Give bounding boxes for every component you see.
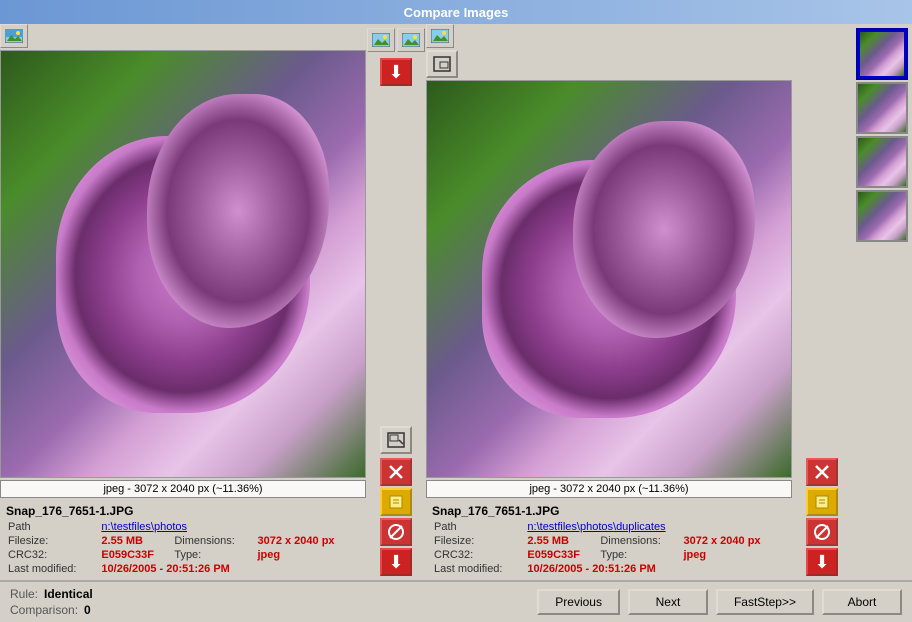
move-down-red-btn[interactable]: ⬇ <box>380 58 412 86</box>
abort-button[interactable]: Abort <box>822 589 902 615</box>
right-action-controls: ⬇ <box>792 24 852 580</box>
thumbnail-3[interactable] <box>856 136 908 188</box>
left-file-info: Snap_176_7651-1.JPG Path n:\testfiles\ph… <box>0 500 366 580</box>
left-zoom-btn[interactable] <box>380 426 412 454</box>
left-filename: Snap_176_7651-1.JPG <box>6 504 360 518</box>
rule-label: Rule: <box>10 587 38 601</box>
right-image <box>426 80 792 478</box>
bottom-buttons: Previous Next FastStep>> Abort <box>537 589 902 615</box>
left-modified-value: 10/26/2005 - 20:51:26 PM <box>101 563 229 575</box>
right-panel: jpeg - 3072 x 2040 px (~11.36%) Snap_176… <box>426 24 792 580</box>
thumbnail-2[interactable] <box>856 82 908 134</box>
left-path-value[interactable]: n:\testfiles\photos <box>101 521 187 533</box>
right-top-icons <box>426 24 792 48</box>
left-type-label: Type: <box>172 548 255 562</box>
right-modified-value: 10/26/2005 - 20:51:26 PM <box>527 563 655 575</box>
delete-left-btn[interactable] <box>380 458 412 486</box>
left-type-value: jpeg <box>257 549 280 561</box>
rule-info: Rule: Identical Comparison: 0 <box>10 587 529 617</box>
left-crc-label: CRC32: <box>6 548 99 562</box>
middle-controls: ⬇ <box>366 24 426 580</box>
left-dimensions-value: 3072 x 2040 px <box>257 535 334 547</box>
left-image <box>0 50 366 478</box>
comparison-value: 0 <box>84 603 91 617</box>
right-crc-label: CRC32: <box>432 548 525 562</box>
right-modified-label: Last modified: <box>432 562 525 576</box>
right-view-icon[interactable] <box>397 28 425 52</box>
right-orchid-photo <box>427 81 791 477</box>
mark-left-btn[interactable] <box>380 488 412 516</box>
title-bar: Compare Images <box>0 0 912 24</box>
comparison-label: Comparison: <box>10 603 78 617</box>
right-type-value: jpeg <box>683 549 706 561</box>
left-crc-value: E059C33F <box>101 549 154 561</box>
right-filesize-value: 2.55 MB <box>527 535 569 547</box>
right-filename: Snap_176_7651-1.JPG <box>432 504 786 518</box>
action-down-right-btn[interactable]: ⬇ <box>806 548 838 576</box>
left-path-label: Path <box>6 520 99 534</box>
block-left-btn[interactable] <box>380 518 412 546</box>
left-filesize-label: Filesize: <box>6 534 99 548</box>
sidebar-thumbnails <box>852 24 912 580</box>
left-view-icon[interactable] <box>367 28 395 52</box>
faststep-button[interactable]: FastStep>> <box>716 589 814 615</box>
right-file-info: Snap_176_7651-1.JPG Path n:\testfiles\ph… <box>426 500 792 580</box>
rule-value: Identical <box>44 587 93 601</box>
block-right-btn[interactable] <box>806 518 838 546</box>
delete-right-btn[interactable] <box>806 458 838 486</box>
bottom-bar: Rule: Identical Comparison: 0 Previous N… <box>0 580 912 622</box>
right-image-icon-1[interactable] <box>426 24 454 48</box>
right-zoom-btn[interactable] <box>426 50 458 78</box>
next-button[interactable]: Next <box>628 589 708 615</box>
left-dimensions-label: Dimensions: <box>172 534 255 548</box>
thumbnail-4[interactable] <box>856 190 908 242</box>
right-image-info: jpeg - 3072 x 2040 px (~11.36%) <box>426 480 792 498</box>
left-modified-label: Last modified: <box>6 562 99 576</box>
left-panel: jpeg - 3072 x 2040 px (~11.36%) Snap_176… <box>0 24 366 580</box>
left-image-icon-1[interactable] <box>0 24 28 48</box>
left-orchid-photo <box>1 51 365 477</box>
left-filesize-value: 2.55 MB <box>101 535 143 547</box>
window-title: Compare Images <box>404 5 509 20</box>
right-path-label: Path <box>432 520 525 534</box>
right-crc-value: E059C33F <box>527 549 580 561</box>
right-filesize-label: Filesize: <box>432 534 525 548</box>
right-dimensions-value: 3072 x 2040 px <box>683 535 760 547</box>
right-type-label: Type: <box>598 548 681 562</box>
right-path-value[interactable]: n:\testfiles\photos\duplicates <box>527 521 665 533</box>
previous-button[interactable]: Previous <box>537 589 620 615</box>
left-image-info: jpeg - 3072 x 2040 px (~11.36%) <box>0 480 366 498</box>
thumbnail-1[interactable] <box>856 28 908 80</box>
action-down-btn[interactable]: ⬇ <box>380 548 412 576</box>
left-top-icons <box>0 24 366 48</box>
right-dimensions-label: Dimensions: <box>598 534 681 548</box>
mark-right-btn[interactable] <box>806 488 838 516</box>
